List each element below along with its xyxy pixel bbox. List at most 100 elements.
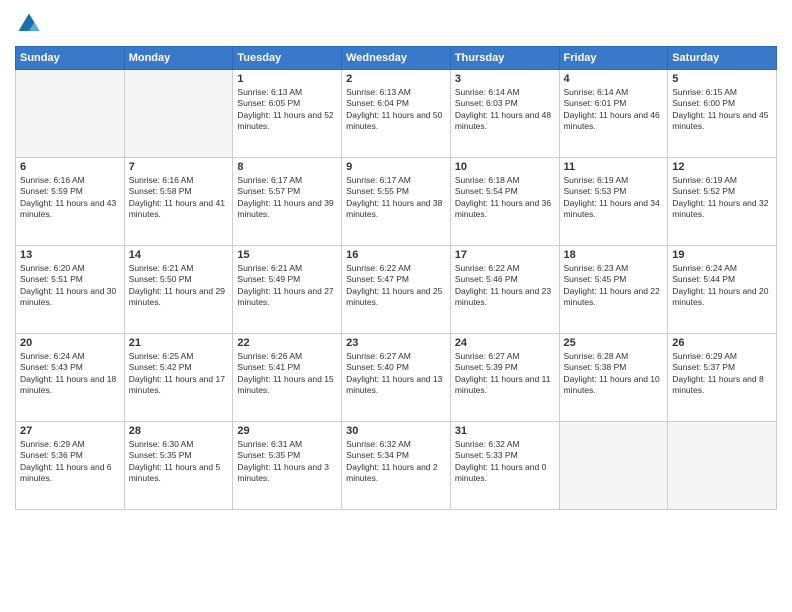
day-number: 12 [672,161,772,173]
header [15,10,777,38]
cell-info: Sunrise: 6:19 AM Sunset: 5:52 PM Dayligh… [672,175,772,221]
calendar-cell: 26Sunrise: 6:29 AM Sunset: 5:37 PM Dayli… [668,334,777,422]
calendar-cell: 24 Sunrise: 6:27 AM Sunset: 5:39 PM Dayli… [450,334,559,422]
calendar-week-row: 6Sunrise: 6:16 AM Sunset: 5:59 PM Daylig… [16,158,777,246]
day-number: 11 [564,161,664,173]
calendar-cell: 27Sunrise: 6:29 AM Sunset: 5:36 PM Dayli… [16,422,125,510]
calendar-cell: 17 Sunrise: 6:22 AM Sunset: 5:46 PM Dayli… [450,246,559,334]
weekday-header: Monday [124,47,233,70]
cell-info: Sunrise: 6:22 AM Sunset: 5:47 PM Dayligh… [346,263,446,309]
cell-info: Sunrise: 6:20 AM Sunset: 5:51 PM Dayligh… [20,263,120,309]
calendar-cell: 13 Sunrise: 6:20 AM Sunset: 5:51 PM Dayli… [16,246,125,334]
calendar-cell: 21 Sunrise: 6:25 AM Sunset: 5:42 PM Dayli… [124,334,233,422]
day-number: 3 [455,73,555,85]
cell-info: Sunrise: 6:15 AM Sunset: 6:00 PM Dayligh… [672,87,772,133]
day-number: 4 [564,73,664,85]
cell-info: Sunrise: 6:13 AM Sunset: 6:05 PM Dayligh… [237,87,337,133]
day-number: 29 [237,425,337,437]
calendar-cell: 14Sunrise: 6:21 AM Sunset: 5:50 PM Dayli… [124,246,233,334]
calendar-cell: 16Sunrise: 6:22 AM Sunset: 5:47 PM Dayli… [342,246,451,334]
weekday-header: Sunday [16,47,125,70]
cell-info: Sunrise: 6:30 AM Sunset: 5:35 PM Dayligh… [129,439,229,485]
calendar-cell: 28Sunrise: 6:30 AM Sunset: 5:35 PM Dayli… [124,422,233,510]
calendar-cell: 15 Sunrise: 6:21 AM Sunset: 5:49 PM Dayli… [233,246,342,334]
day-number: 19 [672,249,772,261]
day-number: 31 [455,425,555,437]
weekday-header: Friday [559,47,668,70]
calendar-cell: 9 Sunrise: 6:17 AM Sunset: 5:55 PM Daylig… [342,158,451,246]
calendar-cell: 11 Sunrise: 6:19 AM Sunset: 5:53 PM Dayli… [559,158,668,246]
calendar-cell [124,70,233,158]
day-number: 17 [455,249,555,261]
calendar-cell: 2Sunrise: 6:13 AM Sunset: 6:04 PM Daylig… [342,70,451,158]
day-number: 23 [346,337,446,349]
calendar-cell: 23 Sunrise: 6:27 AM Sunset: 5:40 PM Dayli… [342,334,451,422]
cell-info: Sunrise: 6:29 AM Sunset: 5:36 PM Dayligh… [20,439,120,485]
cell-info: Sunrise: 6:24 AM Sunset: 5:44 PM Dayligh… [672,263,772,309]
cell-info: Sunrise: 6:26 AM Sunset: 5:41 PM Dayligh… [237,351,337,397]
cell-info: Sunrise: 6:17 AM Sunset: 5:57 PM Dayligh… [237,175,337,221]
cell-info: Sunrise: 6:16 AM Sunset: 5:58 PM Dayligh… [129,175,229,221]
calendar-cell: 5Sunrise: 6:15 AM Sunset: 6:00 PM Daylig… [668,70,777,158]
cell-info: Sunrise: 6:14 AM Sunset: 6:01 PM Dayligh… [564,87,664,133]
day-number: 7 [129,161,229,173]
weekday-header-row: SundayMondayTuesdayWednesdayThursdayFrid… [16,47,777,70]
day-number: 22 [237,337,337,349]
day-number: 1 [237,73,337,85]
calendar-cell: 25 Sunrise: 6:28 AM Sunset: 5:38 PM Dayli… [559,334,668,422]
calendar-cell: 22 Sunrise: 6:26 AM Sunset: 5:41 PM Dayli… [233,334,342,422]
day-number: 8 [237,161,337,173]
calendar-cell [559,422,668,510]
calendar-cell: 20 Sunrise: 6:24 AM Sunset: 5:43 PM Dayli… [16,334,125,422]
calendar-cell: 29 Sunrise: 6:31 AM Sunset: 5:35 PM Dayli… [233,422,342,510]
calendar-week-row: 13 Sunrise: 6:20 AM Sunset: 5:51 PM Dayli… [16,246,777,334]
cell-info: Sunrise: 6:22 AM Sunset: 5:46 PM Dayligh… [455,263,555,309]
cell-info: Sunrise: 6:14 AM Sunset: 6:03 PM Dayligh… [455,87,555,133]
day-number: 25 [564,337,664,349]
cell-info: Sunrise: 6:25 AM Sunset: 5:42 PM Dayligh… [129,351,229,397]
calendar-week-row: 20 Sunrise: 6:24 AM Sunset: 5:43 PM Dayli… [16,334,777,422]
weekday-header: Saturday [668,47,777,70]
calendar-cell: 19 Sunrise: 6:24 AM Sunset: 5:44 PM Dayli… [668,246,777,334]
calendar-cell: 6Sunrise: 6:16 AM Sunset: 5:59 PM Daylig… [16,158,125,246]
cell-info: Sunrise: 6:32 AM Sunset: 5:34 PM Dayligh… [346,439,446,485]
calendar-cell: 3 Sunrise: 6:14 AM Sunset: 6:03 PM Daylig… [450,70,559,158]
cell-info: Sunrise: 6:16 AM Sunset: 5:59 PM Dayligh… [20,175,120,221]
day-number: 15 [237,249,337,261]
day-number: 20 [20,337,120,349]
cell-info: Sunrise: 6:27 AM Sunset: 5:39 PM Dayligh… [455,351,555,397]
day-number: 30 [346,425,446,437]
weekday-header: Tuesday [233,47,342,70]
cell-info: Sunrise: 6:31 AM Sunset: 5:35 PM Dayligh… [237,439,337,485]
calendar-week-row: 27Sunrise: 6:29 AM Sunset: 5:36 PM Dayli… [16,422,777,510]
cell-info: Sunrise: 6:13 AM Sunset: 6:04 PM Dayligh… [346,87,446,133]
calendar-cell: 30 Sunrise: 6:32 AM Sunset: 5:34 PM Dayli… [342,422,451,510]
day-number: 26 [672,337,772,349]
calendar-cell [16,70,125,158]
cell-info: Sunrise: 6:27 AM Sunset: 5:40 PM Dayligh… [346,351,446,397]
calendar-cell: 31 Sunrise: 6:32 AM Sunset: 5:33 PM Dayli… [450,422,559,510]
page-container: SundayMondayTuesdayWednesdayThursdayFrid… [0,0,792,612]
cell-info: Sunrise: 6:24 AM Sunset: 5:43 PM Dayligh… [20,351,120,397]
day-number: 24 [455,337,555,349]
cell-info: Sunrise: 6:28 AM Sunset: 5:38 PM Dayligh… [564,351,664,397]
cell-info: Sunrise: 6:19 AM Sunset: 5:53 PM Dayligh… [564,175,664,221]
logo [15,10,47,38]
day-number: 21 [129,337,229,349]
cell-info: Sunrise: 6:32 AM Sunset: 5:33 PM Dayligh… [455,439,555,485]
calendar-cell: 12 Sunrise: 6:19 AM Sunset: 5:52 PM Dayli… [668,158,777,246]
day-number: 9 [346,161,446,173]
calendar-cell: 4 Sunrise: 6:14 AM Sunset: 6:01 PM Daylig… [559,70,668,158]
logo-icon [15,10,43,38]
calendar-cell: 18Sunrise: 6:23 AM Sunset: 5:45 PM Dayli… [559,246,668,334]
calendar-week-row: 1 Sunrise: 6:13 AM Sunset: 6:05 PM Daylig… [16,70,777,158]
cell-info: Sunrise: 6:17 AM Sunset: 5:55 PM Dayligh… [346,175,446,221]
day-number: 13 [20,249,120,261]
calendar-cell [668,422,777,510]
cell-info: Sunrise: 6:21 AM Sunset: 5:49 PM Dayligh… [237,263,337,309]
calendar-cell: 8 Sunrise: 6:17 AM Sunset: 5:57 PM Daylig… [233,158,342,246]
day-number: 10 [455,161,555,173]
calendar-table: SundayMondayTuesdayWednesdayThursdayFrid… [15,46,777,510]
calendar-cell: 7 Sunrise: 6:16 AM Sunset: 5:58 PM Daylig… [124,158,233,246]
weekday-header: Wednesday [342,47,451,70]
